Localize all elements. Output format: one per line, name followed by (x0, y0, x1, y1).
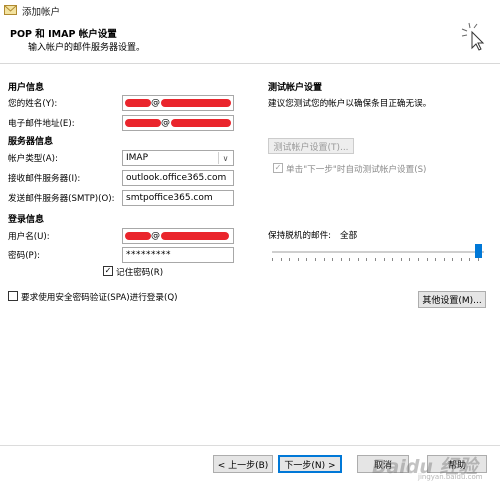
slider-tick (280, 258, 282, 261)
name-input[interactable]: @ (122, 95, 234, 111)
slider-tick (340, 258, 342, 261)
test-account-button[interactable]: 测试帐户设置(T)... (268, 138, 354, 154)
slider-tick (366, 258, 368, 261)
slider-tick (435, 258, 437, 261)
slider-tick (417, 258, 419, 261)
redaction-mark (125, 119, 161, 127)
slider-tick (478, 258, 479, 261)
offline-mail-value: 全部 (340, 231, 358, 241)
slider-tick (452, 258, 454, 261)
slider-tick (349, 258, 351, 261)
offline-slider-track[interactable] (272, 251, 484, 253)
page-title: POP 和 IMAP 帐户设置 (10, 29, 117, 40)
section-server-info: 服务器信息 (8, 137, 54, 147)
account-type-label: 帐户类型(A): (8, 154, 58, 164)
mail-icon (4, 5, 17, 15)
header-separator (0, 63, 500, 64)
slider-tick (400, 258, 402, 261)
slider-tick (272, 258, 273, 261)
email-input[interactable]: @ (122, 115, 234, 131)
account-type-select[interactable]: IMAP ∨ (122, 150, 234, 166)
outgoing-server-input[interactable]: smtpoffice365.com (122, 190, 234, 206)
incoming-server-input[interactable]: outlook.office365.com (122, 170, 234, 186)
title-bar: 添加帐户 (0, 0, 500, 20)
slider-tick (383, 258, 385, 261)
section-user-info: 用户信息 (8, 83, 45, 93)
username-label: 用户名(U): (8, 232, 50, 242)
slider-tick (332, 258, 334, 261)
remember-password-label: 记住密码(R) (116, 268, 164, 278)
cursor-click-icon (461, 22, 485, 51)
slider-tick (443, 258, 445, 261)
slider-tick (409, 258, 411, 261)
redaction-mark (161, 99, 231, 107)
slider-tick (426, 258, 428, 261)
slider-tick (469, 258, 471, 261)
email-label: 电子邮件地址(E): (8, 119, 75, 129)
test-settings-desc: 建议您测试您的帐户以确保条目正确无误。 (268, 99, 432, 109)
redaction-mark (125, 99, 151, 107)
password-label: 密码(P): (8, 251, 40, 261)
slider-tick (323, 258, 325, 261)
slider-tick (314, 258, 316, 261)
username-input[interactable]: @ (122, 228, 234, 244)
section-test-settings: 测试帐户设置 (268, 83, 323, 93)
remember-password-checkbox[interactable]: ✓ (103, 266, 113, 276)
more-settings-button[interactable]: 其他设置(M)... (418, 291, 486, 308)
name-label: 您的姓名(Y): (8, 99, 58, 109)
footer-separator (0, 445, 500, 446)
password-input[interactable]: ********* (122, 247, 234, 263)
incoming-server-label: 接收邮件服务器(I): (8, 174, 81, 184)
outgoing-server-label: 发送邮件服务器(SMTP)(O): (8, 194, 115, 204)
slider-tick (375, 258, 376, 261)
next-button[interactable]: 下一步(N) > (278, 455, 342, 473)
slider-tick (306, 258, 308, 261)
chevron-down-icon[interactable]: ∨ (218, 152, 232, 164)
offline-slider-handle[interactable] (475, 244, 482, 258)
slider-tick (357, 258, 359, 261)
page-subtitle: 输入帐户的邮件服务器设置。 (28, 43, 146, 53)
window-title: 添加帐户 (22, 7, 61, 18)
back-button[interactable]: < 上一步(B) (213, 455, 273, 473)
redaction-mark (161, 232, 229, 240)
spa-label: 要求使用安全密码验证(SPA)进行登录(Q) (21, 293, 178, 303)
slider-tick (392, 258, 394, 261)
spa-checkbox[interactable] (8, 291, 18, 301)
slider-tick (289, 258, 291, 261)
slider-tick (460, 258, 462, 261)
offline-mail-label: 保持脱机的邮件: (268, 231, 332, 241)
redaction-mark (171, 119, 231, 127)
slider-tick (297, 258, 299, 261)
auto-test-checkbox[interactable]: ✓ (273, 163, 283, 173)
redaction-mark (125, 232, 151, 240)
section-login-info: 登录信息 (8, 215, 45, 225)
auto-test-label: 单击"下一步"时自动测试帐户设置(S) (286, 165, 427, 175)
baidu-watermark-url: jingyan.baidu.com (418, 473, 483, 481)
